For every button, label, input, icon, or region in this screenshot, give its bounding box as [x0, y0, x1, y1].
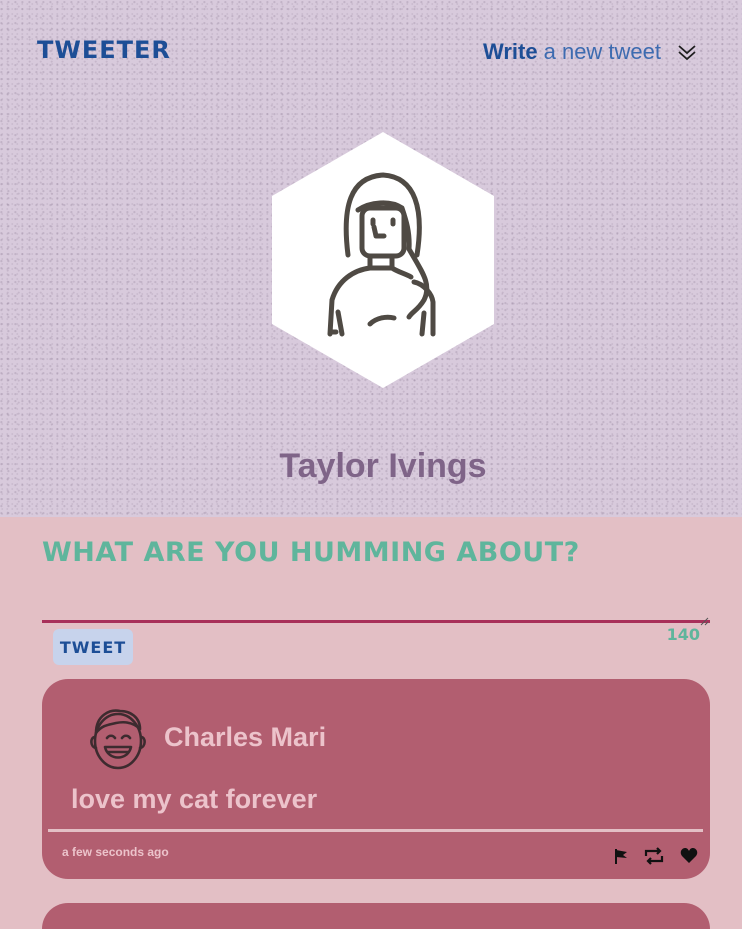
tweet-timestamp: a few seconds ago: [62, 845, 169, 859]
tweet-submit-button[interactable]: TWEET: [53, 629, 133, 665]
author-avatar: [86, 705, 150, 771]
resize-grip-icon[interactable]: [700, 611, 709, 626]
compose-toggle-button[interactable]: Write a new tweet: [483, 37, 697, 67]
tweet-card: [42, 903, 710, 929]
compose-toggle-label: a new tweet: [543, 39, 662, 64]
tweet-author-name: Charles Mari: [164, 722, 327, 752]
retweet-icon[interactable]: [642, 847, 666, 869]
double-chevron-down-icon: [677, 42, 697, 62]
new-tweet-form: What are you humming about? TWEET 140: [42, 537, 710, 665]
profile-name: Taylor Ivings: [279, 447, 487, 485]
tweet-card: Charles Mari love my cat forever a few s…: [42, 679, 710, 879]
heart-icon[interactable]: [680, 848, 698, 868]
flag-icon[interactable]: [614, 848, 628, 868]
character-counter: 140: [666, 625, 700, 644]
tweet-actions: [614, 847, 698, 869]
tweet-body: love my cat forever: [71, 784, 318, 814]
tweet-textarea[interactable]: [42, 587, 710, 623]
smiling-man-icon: [90, 709, 146, 770]
profile-avatar: [272, 132, 494, 388]
profile-header: TWEETER Write a new tweet Taylor Ivings: [0, 0, 742, 517]
brand-logo[interactable]: TWEETER: [37, 36, 171, 64]
compose-prompt: What are you humming about?: [42, 537, 580, 568]
compose-toggle-strong: Write: [483, 39, 538, 64]
tweet-divider: [48, 829, 703, 832]
